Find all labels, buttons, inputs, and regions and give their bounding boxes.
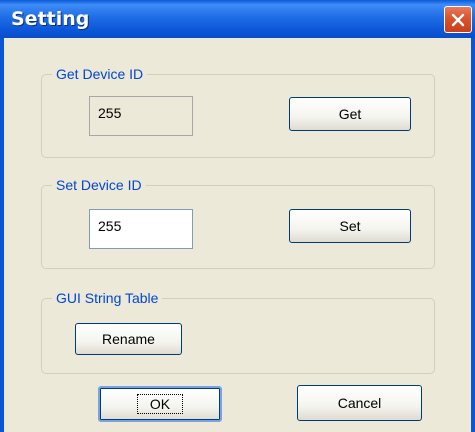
set-button[interactable]: Set [289, 209, 411, 243]
close-icon [451, 13, 465, 26]
close-button[interactable] [444, 6, 472, 33]
rename-button-label: Rename [102, 331, 155, 347]
get-device-id-legend: Get Device ID [52, 65, 148, 83]
set-device-id-input[interactable]: 255 [89, 209, 193, 249]
cancel-button-label: Cancel [337, 395, 382, 411]
get-button[interactable]: Get [289, 97, 411, 131]
ok-button-label: OK [136, 394, 184, 414]
set-device-id-legend: Set Device ID [52, 176, 146, 194]
ok-button[interactable]: OK [98, 386, 222, 422]
gui-string-table-legend: GUI String Table [52, 289, 163, 307]
window-frame-left [0, 38, 4, 432]
get-button-label: Get [338, 106, 362, 122]
cancel-button[interactable]: Cancel [297, 385, 422, 421]
title-bar[interactable]: Setting [0, 0, 475, 38]
rename-button[interactable]: Rename [75, 323, 182, 355]
get-device-id-field: 255 [89, 96, 193, 136]
window-title: Setting [11, 8, 90, 30]
set-button-label: Set [339, 218, 361, 234]
window-frame-right [471, 38, 475, 432]
